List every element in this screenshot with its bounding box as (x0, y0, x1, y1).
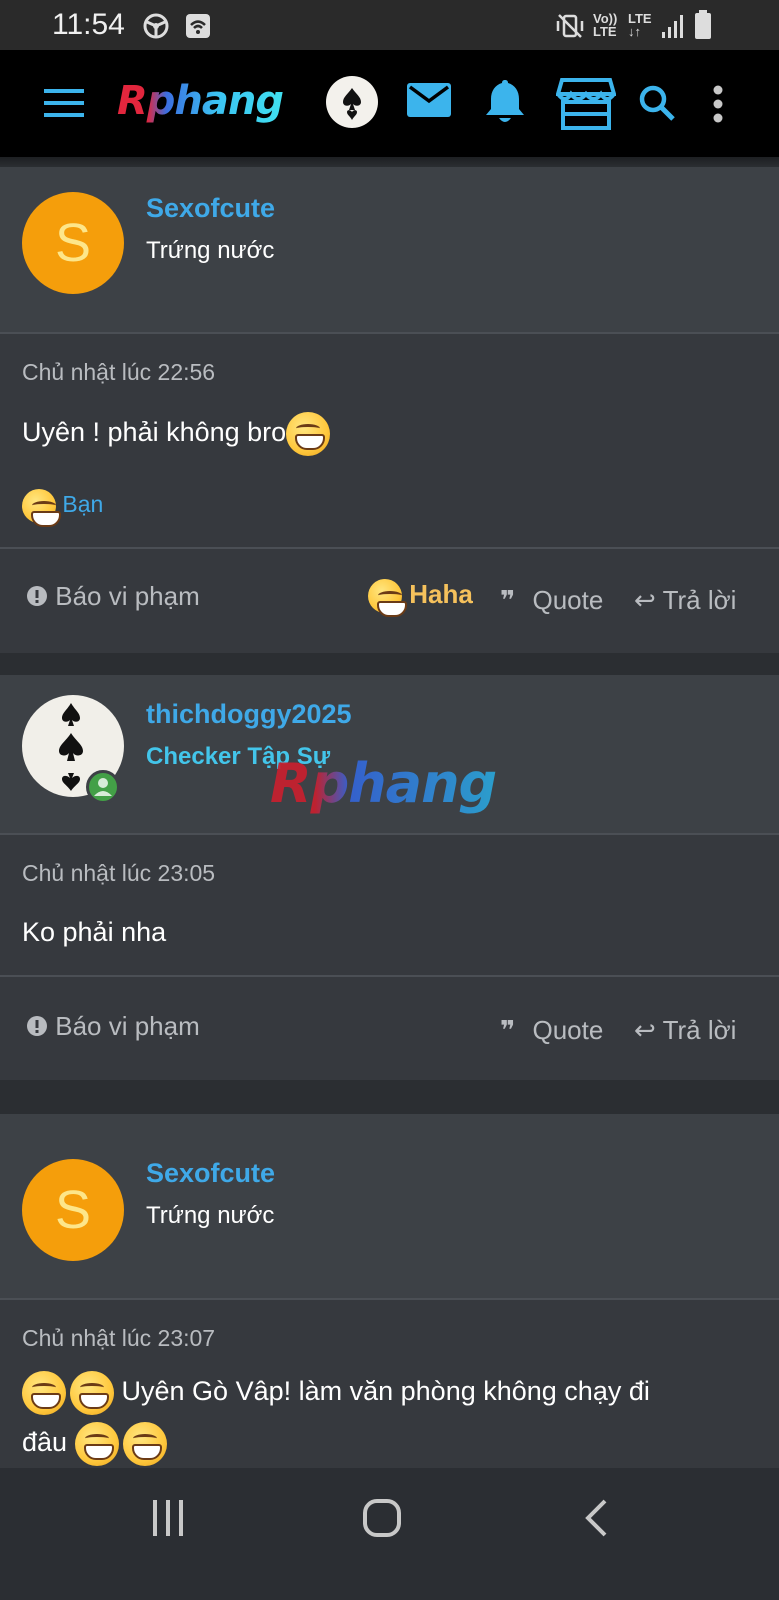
quote-label: Quote (532, 585, 604, 615)
post-content-line-2: đâu (22, 1427, 68, 1457)
reply-label: Trả lời (662, 1015, 737, 1045)
top-navbar: Rphang (0, 50, 779, 157)
avatar-icon[interactable] (326, 76, 378, 133)
post-content-line-1: Uyên Gò Vâp! làm văn phòng không chạy đi (121, 1376, 650, 1406)
post-content: Uyên Gò Vâp! làm văn phòng không chạy đi… (22, 1366, 739, 1468)
grin-emoji-icon (122, 1421, 167, 1466)
report-button[interactable]: Báo vi phạm (26, 581, 200, 612)
report-label: Báo vi phạm (55, 1011, 200, 1041)
user-title: Trứng nước (146, 1202, 275, 1229)
wifi-box-icon (184, 12, 212, 45)
username-link[interactable]: Sexofcute (146, 193, 275, 224)
watermark-logo: Rphang (270, 752, 497, 815)
post-card: S Sexofcute Trứng nước Chủ nhật lúc 23:0… (0, 1114, 779, 1468)
post-author-header: S Sexofcute Trứng nước (0, 1114, 779, 1300)
post-content-text: Uyên ! phải không bro (22, 417, 287, 447)
grin-emoji-icon (74, 1421, 119, 1466)
username-link[interactable]: thichdoggy2025 (146, 699, 352, 730)
post-card: thichdoggy2025 Checker Tập Sự Chủ nhật l… (0, 675, 779, 1080)
bell-icon[interactable] (484, 78, 526, 131)
grin-emoji-icon (286, 411, 331, 456)
lte-text: LTE (593, 24, 617, 39)
post-content-text: Ko phải nha (22, 917, 167, 947)
quote-button[interactable]: ❞ Quote (500, 1015, 603, 1046)
quote-label: Quote (532, 1015, 604, 1045)
system-nav-bar (0, 1468, 779, 1600)
search-icon[interactable] (638, 84, 676, 127)
status-bar: 11:54 Vo)) LTE LTE ↓↑ (0, 0, 779, 50)
post-actions: Báo vi phạm ❞ Quote ↩ Trả lời (0, 975, 779, 1080)
post-content: Uyên ! phải không bro (22, 407, 739, 458)
quote-icon: ❞ (500, 585, 516, 615)
menu-icon[interactable] (44, 86, 84, 125)
volte-label: Vo)) LTE (593, 12, 617, 38)
steering-wheel-icon (142, 12, 170, 45)
alert-icon (26, 581, 48, 611)
post-author-header: S Sexofcute Trứng nước (0, 167, 779, 334)
haha-label: Haha (409, 579, 473, 609)
user-title: Trứng nước (146, 237, 275, 264)
post-content: Ko phải nha (22, 907, 739, 958)
store-icon[interactable] (555, 76, 617, 135)
avatar[interactable]: S (22, 1159, 124, 1261)
grin-emoji-icon (70, 1370, 114, 1415)
site-logo[interactable]: Rphang (117, 78, 284, 124)
back-icon[interactable] (583, 1498, 609, 1543)
quote-icon: ❞ (500, 1015, 516, 1045)
reaction-users[interactable]: Bạn (62, 491, 103, 517)
mute-vibrate-icon (555, 12, 585, 45)
laugh-emoji-icon (368, 579, 407, 618)
more-vert-icon[interactable] (711, 85, 725, 128)
reply-button[interactable]: ↩ Trả lời (634, 585, 736, 616)
recents-icon[interactable] (150, 1500, 186, 1541)
reaction-summary[interactable]: Bạn (22, 489, 103, 527)
online-status-icon (86, 770, 120, 804)
reply-label: Trả lời (662, 585, 737, 615)
laugh-emoji-icon (22, 489, 61, 527)
reply-icon: ↩ (634, 585, 656, 615)
avatar[interactable]: S (22, 192, 124, 294)
mail-icon[interactable] (406, 82, 452, 123)
status-time: 11:54 (52, 8, 125, 41)
data-arrows-icon: ↓↑ (628, 24, 641, 39)
haha-reaction-button[interactable]: Haha (368, 579, 473, 618)
battery-icon (693, 10, 713, 45)
reply-icon: ↩ (634, 1015, 656, 1045)
lte-data-label: LTE ↓↑ (628, 12, 652, 38)
quote-button[interactable]: ❞ Quote (500, 585, 603, 616)
post-timestamp[interactable]: Chủ nhật lúc 23:07 (22, 1325, 215, 1352)
alert-icon (26, 1011, 48, 1041)
home-icon[interactable] (362, 1498, 402, 1543)
report-button[interactable]: Báo vi phạm (26, 1011, 200, 1042)
post-actions: Báo vi phạm Haha ❞ Quote ↩ Trả lời (0, 547, 779, 653)
post-timestamp[interactable]: Chủ nhật lúc 23:05 (22, 860, 215, 887)
post-timestamp[interactable]: Chủ nhật lúc 22:56 (22, 359, 215, 386)
nav-shadow (0, 157, 779, 167)
username-link[interactable]: Sexofcute (146, 1158, 275, 1189)
report-label: Báo vi phạm (55, 581, 200, 611)
signal-icon (660, 12, 686, 45)
reply-button[interactable]: ↩ Trả lời (634, 1015, 736, 1046)
grin-emoji-icon (22, 1370, 66, 1415)
post-card: S Sexofcute Trứng nước Chủ nhật lúc 22:5… (0, 167, 779, 653)
